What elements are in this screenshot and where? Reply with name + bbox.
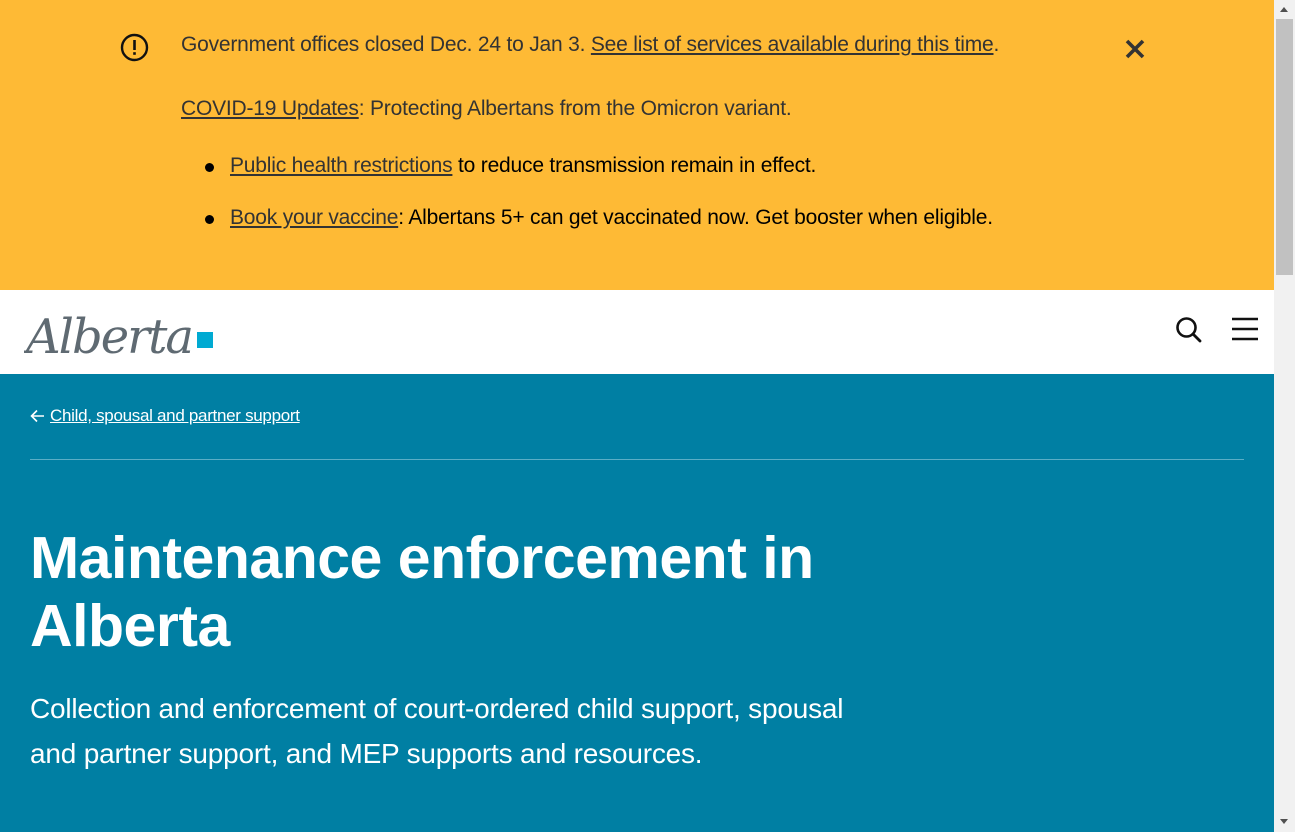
breadcrumb-link[interactable]: Child, spousal and partner support [50,406,300,426]
scroll-up-arrow-icon[interactable] [1280,7,1288,12]
close-x-icon[interactable] [1122,36,1148,62]
page: Government offices closed Dec. 24 to Jan… [0,0,1274,832]
arrow-left-icon [30,409,44,423]
covid-updates-link[interactable]: COVID-19 Updates [181,97,359,120]
bullet-dot [205,215,214,224]
bullet-dot [205,163,214,172]
services-list-link[interactable]: See list of services available during th… [591,33,994,56]
scroll-down-arrow-icon[interactable] [1280,819,1288,824]
svg-text:Alberta: Alberta [24,309,192,359]
vertical-scrollbar[interactable] [1274,0,1295,832]
bullet-text: to reduce transmission remain in effect. [452,154,817,177]
exclamation-circle-icon [120,33,149,62]
site-header: Alberta [0,290,1274,374]
notice-office-closure-text: Government offices closed Dec. 24 to Jan… [181,33,591,56]
notice-covid-text: : Protecting Albertans from the Omicron … [358,97,792,120]
hamburger-menu-icon[interactable] [1230,315,1260,345]
notice-covid-update: COVID-19 Updates: Protecting Albertans f… [181,97,792,121]
alberta-logo[interactable]: Alberta [24,303,216,359]
notice-period: . [993,33,1000,56]
public-health-restrictions-link[interactable]: Public health restrictions [230,154,453,177]
notice-office-closure: Government offices closed Dec. 24 to Jan… [181,33,999,57]
bullet-text: : Albertans 5+ can get vaccinated now. G… [398,206,993,229]
book-vaccine-link[interactable]: Book your vaccine [230,206,398,229]
notice-banner: Government offices closed Dec. 24 to Jan… [0,0,1274,290]
hero-divider [30,459,1244,460]
scrollbar-thumb[interactable] [1276,19,1293,275]
page-lead: Collection and enforcement of court-orde… [30,693,844,769]
search-icon[interactable] [1174,315,1204,345]
page-title: Maintenance enforcement in Alberta [30,525,814,659]
hero-section: Child, spousal and partner support Maint… [0,374,1274,832]
